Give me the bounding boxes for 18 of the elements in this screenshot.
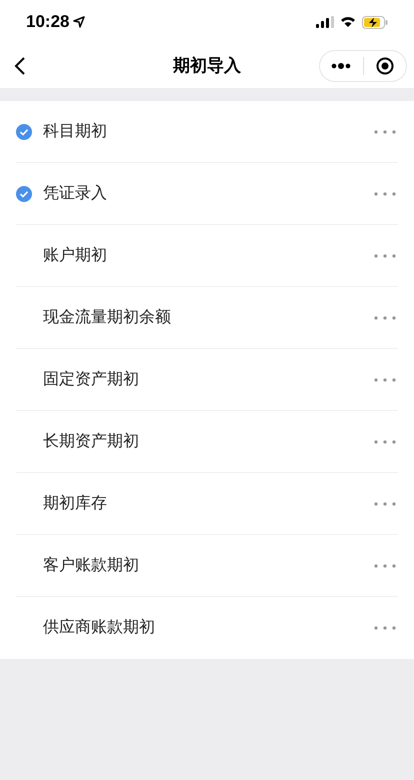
item-label[interactable]: 固定资产期初 xyxy=(43,368,374,392)
item-label[interactable]: 期初库存 xyxy=(43,492,374,516)
item-label[interactable]: 账户期初 xyxy=(43,244,374,268)
page-title: 期初导入 xyxy=(173,55,241,78)
more-icon[interactable] xyxy=(331,63,352,69)
item-label[interactable]: 现金流量期初余额 xyxy=(43,306,374,330)
location-arrow-icon xyxy=(73,16,86,28)
back-icon[interactable] xyxy=(14,56,26,76)
signal-icon xyxy=(316,16,334,28)
item-label[interactable]: 供应商账款期初 xyxy=(43,616,374,640)
battery-charging-icon xyxy=(362,16,388,28)
item-label[interactable]: 客户账款期初 xyxy=(43,554,374,578)
item-label[interactable]: 科目期初 xyxy=(43,120,374,144)
wifi-icon xyxy=(340,16,356,28)
close-icon[interactable] xyxy=(376,57,394,75)
status-time: 10:28 xyxy=(26,11,70,34)
item-label[interactable]: 长期资产期初 xyxy=(43,430,374,454)
item-label[interactable]: 凭证录入 xyxy=(43,182,374,206)
